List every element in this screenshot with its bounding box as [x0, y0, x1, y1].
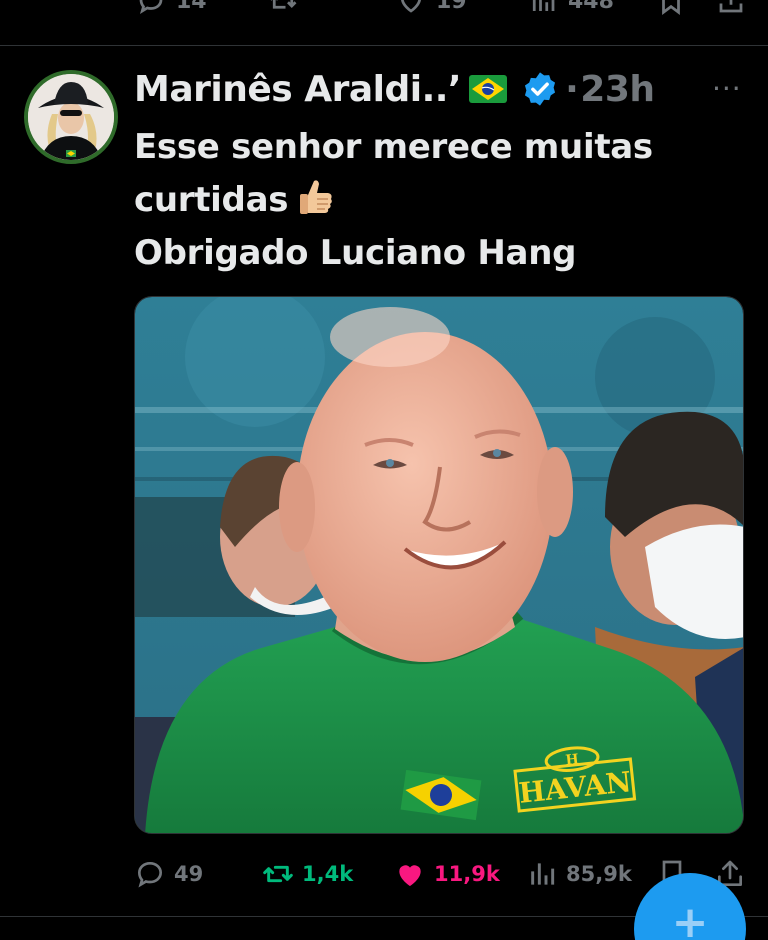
compose-icon: + [671, 897, 709, 940]
tweet-separator: · [565, 68, 579, 110]
shirt-logo-letter: H [565, 752, 580, 769]
views-icon [531, 863, 555, 885]
like-count: 11,9k [434, 862, 500, 886]
previous-share-button[interactable] [716, 0, 746, 16]
share-icon [719, 0, 743, 13]
retweet-count: 1,4k [302, 862, 354, 886]
like-icon [401, 0, 421, 13]
tweet-text: Esse senhor merece muitas curtidas Obrig… [134, 121, 734, 280]
views-count: 85,9k [566, 862, 632, 886]
reply-icon [139, 0, 163, 14]
retweet-icon [263, 865, 293, 883]
tweet-text-line: curtidas [134, 180, 289, 220]
previous-reply-count: 14 [176, 0, 207, 14]
avatar-image [28, 74, 114, 160]
tweet-header: Marinês Araldi..’ · 23h [134, 64, 655, 114]
previous-tweet-actions: 14 19 448 [0, 0, 768, 20]
previous-like-button[interactable]: 19 [396, 0, 467, 16]
tweet-text-line: Obrigado Luciano Hang [134, 233, 577, 273]
reply-button[interactable]: 49 [134, 852, 203, 896]
previous-bookmark-button[interactable] [656, 0, 686, 16]
bookmark-icon [662, 0, 680, 15]
previous-like-count: 19 [436, 0, 467, 14]
more-icon[interactable]: ··· [712, 75, 742, 103]
like-button[interactable]: 11,9k [394, 852, 500, 896]
views-button[interactable]: 85,9k [526, 852, 632, 896]
verified-icon [525, 72, 556, 106]
tweet-divider-top [0, 45, 768, 46]
views-icon [532, 0, 555, 11]
previous-retweet-button[interactable] [268, 0, 298, 16]
tweet-text-line-with-emoji: curtidas [134, 174, 734, 227]
retweet-icon [270, 0, 297, 9]
reply-icon [137, 861, 163, 888]
previous-views-count: 448 [568, 0, 614, 14]
previous-views-button[interactable]: 448 [528, 0, 614, 16]
like-icon [399, 865, 421, 886]
author-name[interactable]: Marinês Araldi..’ [134, 69, 462, 110]
photo-luciano-hang: H HAVAN [135, 297, 743, 833]
thumbs-up-icon [300, 180, 332, 214]
tweet-text-line: Esse senhor merece muitas [134, 127, 653, 167]
author-avatar[interactable] [24, 70, 118, 164]
brazil-flag-icon [469, 75, 508, 103]
tweet-media-image[interactable]: H HAVAN [134, 296, 744, 834]
previous-reply-button[interactable]: 14 [136, 0, 207, 16]
retweet-button[interactable]: 1,4k [262, 852, 353, 896]
tweet-time[interactable]: 23h [580, 69, 655, 110]
reply-count: 49 [174, 862, 204, 886]
